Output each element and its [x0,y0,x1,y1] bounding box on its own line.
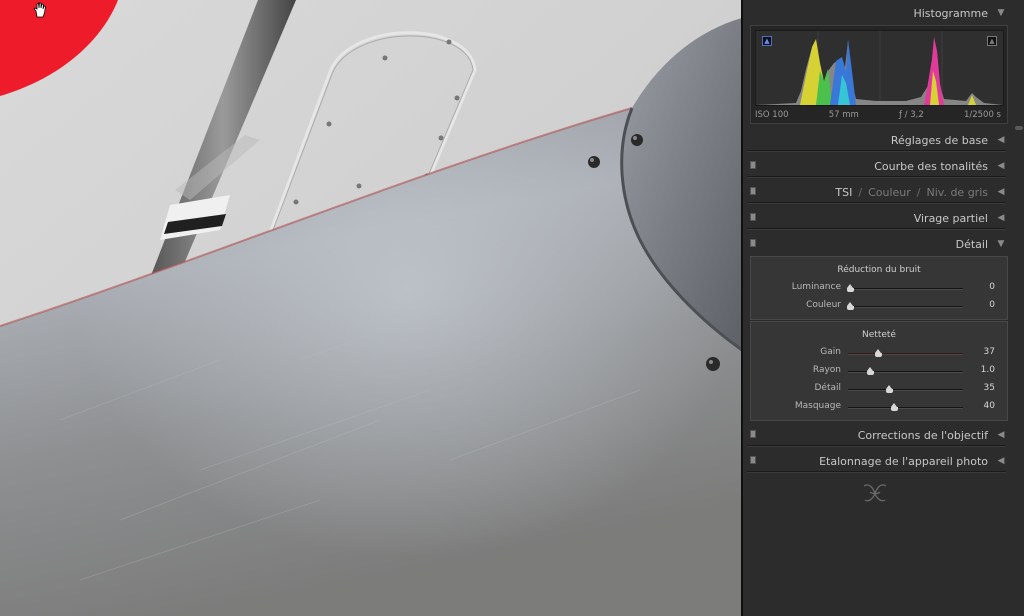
panel-switch-icon[interactable] [750,213,756,221]
expand-triangle-icon[interactable]: ◀ [996,213,1006,223]
section-detail-label: Détail [955,237,988,251]
section-basic-label: Réglages de base [890,133,988,147]
slider-rayon[interactable]: Rayon 1.0 [751,365,1009,379]
section-camera-calibration[interactable]: Etalonnage de l'appareil photo ◀ [747,450,1006,472]
collapse-triangle-icon[interactable]: ▼ [996,8,1006,18]
sharpening-group: Netteté Gain 37 Rayon 1.0 Détail 35 Masquage 40 [750,321,1008,421]
section-tone-curve-label: Courbe des tonalités [874,159,988,173]
histogram-header[interactable]: Histogramme ▼ [747,2,1006,24]
aperture-value: ƒ / 3,2 [898,110,924,120]
panel-end-ornament-icon [860,480,890,506]
panel-scrollbar[interactable] [1015,126,1023,130]
shadow-clipping-icon[interactable]: ▲ [762,36,772,46]
slider-thumb[interactable] [866,367,874,376]
noise-reduction-group: Réduction du bruit Luminance 0 Couleur 0 [750,256,1008,320]
hand-cursor-icon [33,2,47,18]
section-camera-label: Etalonnage de l'appareil photo [819,454,988,468]
collapse-triangle-icon[interactable]: ▼ [996,239,1006,249]
panel-switch-icon[interactable] [750,430,756,438]
panel-switch-icon[interactable] [750,456,756,464]
histogram-exif: ISO 100 57 mm ƒ / 3,2 1/2500 s [755,110,1001,122]
slider-value[interactable]: 0 [967,300,995,310]
noise-reduction-title: Réduction du bruit [837,265,921,275]
panel-switch-icon[interactable] [750,239,756,247]
slider-track[interactable] [848,371,963,373]
slider-track[interactable] [848,306,963,308]
slider-thumb[interactable] [847,284,854,293]
slider-thumb[interactable] [885,385,893,394]
slider-value[interactable]: 35 [967,383,995,393]
histogram-title: Histogramme [913,6,988,20]
slider-couleur[interactable]: Couleur 0 [751,300,1009,314]
divider [747,176,1006,178]
histogram-graph[interactable]: ▲ ▲ [755,30,1004,106]
slider-detail[interactable]: Détail 35 [751,383,1009,397]
expand-triangle-icon[interactable]: ◀ [996,161,1006,171]
divider [747,150,1006,152]
section-split-toning[interactable]: Virage partiel ◀ [747,207,1006,229]
slider-track[interactable] [848,389,963,391]
slider-label: Luminance [791,282,841,292]
section-lens-label: Corrections de l'objectif [857,428,988,442]
slider-value[interactable]: 37 [967,347,995,357]
slider-masquage[interactable]: Masquage 40 [751,401,1009,415]
tab-grayscale[interactable]: Niv. de gris [927,186,988,199]
slider-track[interactable] [848,407,963,409]
slider-thumb[interactable] [874,349,882,358]
slider-value[interactable]: 40 [967,401,995,411]
slider-luminance[interactable]: Luminance 0 [751,282,1009,296]
histogram-box: ▲ ▲ ISO 100 57 mm ƒ / 3,2 1/2500 s [750,25,1008,124]
slider-label: Gain [820,347,841,357]
slider-thumb[interactable] [891,403,899,412]
slider-value[interactable]: 0 [967,282,995,292]
expand-triangle-icon[interactable]: ◀ [996,430,1006,440]
slider-label: Masquage [794,401,841,411]
section-tone-curve[interactable]: Courbe des tonalités ◀ [747,155,1006,177]
expand-triangle-icon[interactable]: ◀ [996,135,1006,145]
slider-label: Détail [814,383,841,393]
photo-viewport[interactable] [0,0,742,616]
section-hsl-tabs: TSI / Couleur / Niv. de gris [835,185,988,199]
highlight-clipping-icon[interactable]: ▲ [987,36,997,46]
develop-right-panel: Histogramme ▼ ▲ ▲ ISO 100 57 mm ƒ / 3,2 … [742,0,1024,616]
divider [747,202,1006,204]
slider-value[interactable]: 1.0 [967,365,995,375]
focal-length: 57 mm [828,110,859,120]
tab-hsl[interactable]: TSI [835,186,852,199]
divider [747,445,1006,447]
slider-track[interactable] [848,353,963,355]
expand-triangle-icon[interactable]: ◀ [996,187,1006,197]
section-detail[interactable]: Détail ▼ [747,233,1006,255]
expand-triangle-icon[interactable]: ◀ [996,456,1006,466]
shutter-speed: 1/2500 s [963,110,1001,120]
divider [747,228,1006,230]
section-hsl[interactable]: TSI / Couleur / Niv. de gris ◀ [747,181,1006,203]
slider-label: Couleur [806,300,841,310]
sharpening-title: Netteté [862,330,896,340]
slider-track[interactable] [848,288,963,290]
divider [747,471,1006,473]
panel-switch-icon[interactable] [750,187,756,195]
section-lens-corrections[interactable]: Corrections de l'objectif ◀ [747,424,1006,446]
panel-switch-icon[interactable] [750,161,756,169]
histogram-curve [756,31,1003,105]
photo-image [0,0,741,616]
slider-thumb[interactable] [847,302,854,311]
section-split-toning-label: Virage partiel [913,211,988,225]
tab-color[interactable]: Couleur [868,186,911,199]
iso-value: ISO 100 [755,110,789,120]
slider-label: Rayon [812,365,841,375]
slider-gain[interactable]: Gain 37 [751,347,1009,361]
section-basic[interactable]: Réglages de base ◀ [747,129,1006,151]
